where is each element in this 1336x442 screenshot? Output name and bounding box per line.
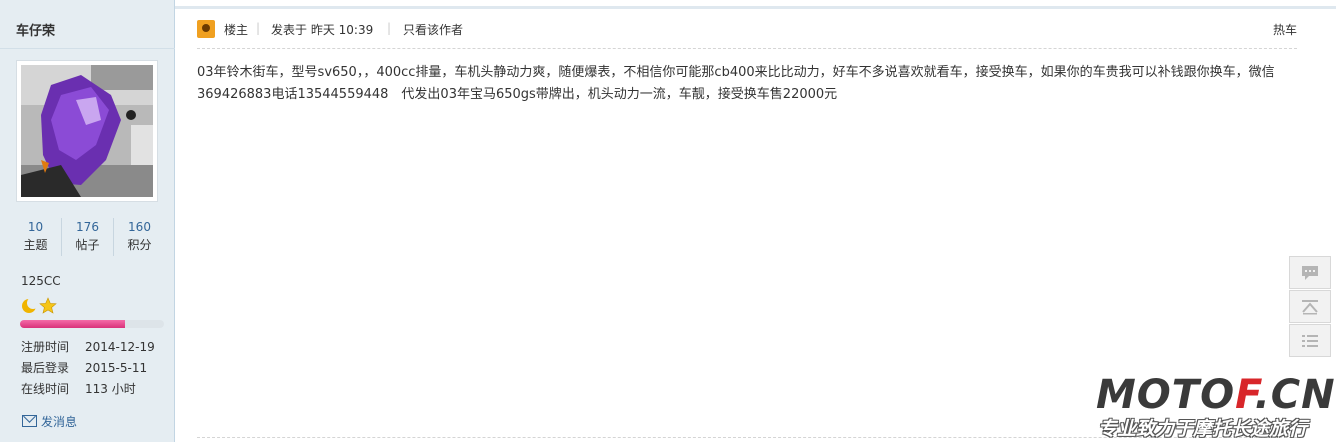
comment-icon — [1302, 265, 1318, 280]
thread-owner-label: 楼主 — [224, 23, 249, 37]
avatar-image — [21, 65, 153, 197]
info-value: 2015-5-11 — [85, 361, 148, 375]
level-progress-fill — [20, 320, 126, 328]
separator: | — [387, 21, 392, 35]
logo-red-part: F — [1235, 372, 1255, 418]
stat-posts[interactable]: 176 帖子 — [62, 218, 113, 254]
floating-toolbar — [1289, 256, 1331, 358]
stat-label: 积分 — [127, 238, 152, 252]
info-key: 最后登录 — [21, 361, 70, 375]
level-progress-bar — [20, 320, 164, 328]
info-registered: 注册时间 2014-12-19 — [21, 338, 155, 355]
post-list-button[interactable] — [1289, 324, 1331, 357]
logo-dark-part: MOTO — [1096, 372, 1236, 418]
post-timestamp: 发表于 昨天 10:39 — [271, 23, 374, 37]
user-rank[interactable]: 125CC — [21, 274, 61, 288]
send-message-link[interactable]: 发消息 — [22, 413, 77, 430]
logo-end-part: .CN — [1254, 372, 1336, 418]
info-value: 113 小时 — [85, 382, 136, 396]
star-icon — [39, 297, 57, 314]
info-online-time: 在线时间 113 小时 — [21, 380, 136, 397]
info-key: 注册时间 — [21, 340, 70, 354]
comment-button[interactable] — [1289, 256, 1331, 289]
watermark-logo: MOTOF.CN — [1096, 372, 1336, 418]
info-value: 2014-12-19 — [85, 340, 155, 354]
stat-value: 176 — [76, 220, 99, 234]
envelope-icon — [22, 415, 37, 427]
post-tag[interactable]: 热车 — [1273, 21, 1297, 38]
stat-threads[interactable]: 10 主题 — [10, 218, 61, 254]
divider — [197, 48, 1297, 49]
back-to-top-button[interactable] — [1289, 290, 1331, 323]
watermark-slogan: 专业致力于摩托长途旅行 — [1098, 418, 1308, 440]
thread-owner-icon — [197, 20, 215, 38]
stat-points[interactable]: 160 积分 — [114, 218, 165, 254]
back-to-top-icon — [1302, 299, 1318, 314]
send-message-label: 发消息 — [41, 415, 78, 429]
list-icon — [1302, 334, 1318, 347]
author-only-link[interactable]: 只看该作者 — [403, 21, 463, 38]
moon-icon — [22, 297, 39, 313]
separator: | — [256, 21, 261, 35]
post-body: 03年铃木街车，型号sv650，，400cc排量，车机头静动力爽，随便爆表，不相… — [197, 65, 1275, 102]
site-watermark: MOTOF.CN 专业致力于摩托长途旅行 — [1096, 372, 1336, 440]
post-header: 楼主 | 发表于 昨天 10:39 | 只看该作者 热车 — [197, 18, 1297, 40]
stat-value: 10 — [27, 220, 44, 234]
author-sidebar: 车仔荣 10 主题 176 帖子 160 积分 125CC 注册时间 2014-… — [0, 0, 175, 442]
user-stats: 10 主题 176 帖子 160 积分 — [10, 218, 165, 258]
divider — [0, 48, 175, 49]
info-last-login: 最后登录 2015-5-11 — [21, 359, 147, 376]
author-name[interactable]: 车仔荣 — [16, 20, 55, 39]
stat-label: 主题 — [23, 238, 48, 252]
avatar[interactable] — [16, 60, 158, 202]
post-top-border — [175, 6, 1336, 9]
stat-label: 帖子 — [75, 238, 100, 252]
rank-icons — [21, 297, 61, 315]
info-key: 在线时间 — [21, 382, 70, 396]
stat-value: 160 — [128, 220, 151, 234]
